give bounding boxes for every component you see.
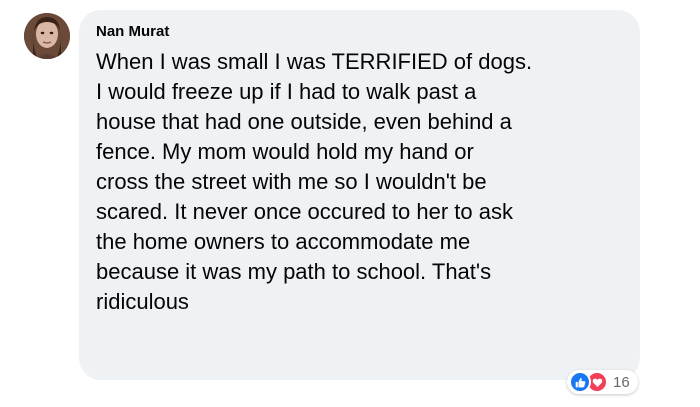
reaction-count: 16 bbox=[613, 373, 630, 391]
comment-text: When I was small I was TERRIFIED of dogs… bbox=[96, 49, 533, 314]
avatar[interactable] bbox=[24, 13, 70, 59]
comment-bubble: Nan Murat When I was small I was TERRIFI… bbox=[79, 10, 640, 380]
reactions-summary[interactable]: 16 bbox=[567, 370, 638, 394]
like-icon bbox=[569, 371, 591, 393]
comment-author-name[interactable]: Nan Murat bbox=[96, 23, 169, 40]
avatar-photo bbox=[24, 13, 70, 59]
comment-page: Nan Murat When I was small I was TERRIFI… bbox=[0, 0, 700, 407]
